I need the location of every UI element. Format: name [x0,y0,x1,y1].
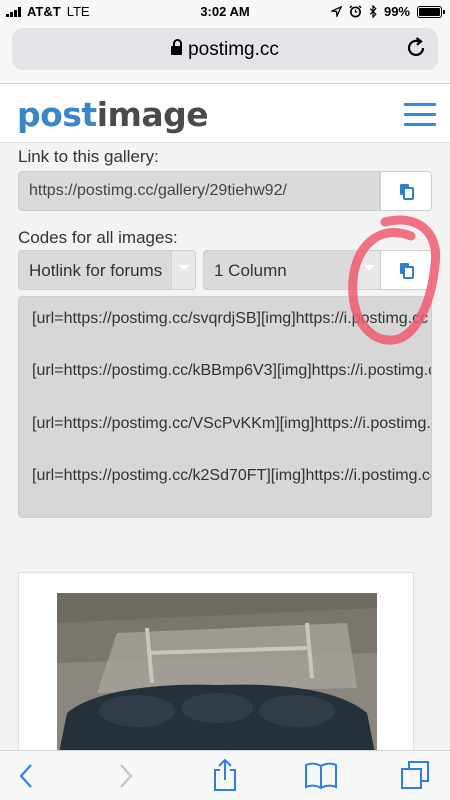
image-card[interactable] [18,572,414,772]
lock-icon [171,39,183,55]
code-line: [url=https://postimg.cc/VScPvKKm][img]ht… [32,415,432,432]
code-line: [url=https://postimg.cc/k2Sd70FT][img]ht… [32,467,432,484]
code-type-select[interactable]: Hotlink for forums [18,250,196,290]
tabs-icon[interactable] [400,760,430,790]
code-line: [url=https://postimg.cc/svqrdjSB][img]ht… [32,310,429,327]
browser-top-bar: postimg.cc [0,22,450,84]
reload-icon[interactable] [404,36,428,60]
alarm-icon [349,5,362,18]
status-right: 99% [330,4,445,19]
menu-icon[interactable] [404,103,436,127]
url-text: postimg.cc [188,39,279,60]
image-list-area [0,535,450,772]
logo-part-post: post [17,95,97,134]
location-icon [330,6,342,17]
bookmarks-icon[interactable] [304,761,338,789]
chevron-down-icon [171,251,195,289]
gallery-link-label: Link to this gallery: [18,147,159,166]
image-thumbnail[interactable] [57,593,377,763]
copy-codes-button[interactable] [380,250,432,290]
bluetooth-icon [369,5,377,18]
battery-icon [417,5,445,18]
back-icon[interactable] [18,763,34,789]
code-type-value: Hotlink for forums [29,261,163,280]
codes-label: Codes for all images: [18,228,178,247]
postimage-logo[interactable]: postimage [17,95,209,134]
forward-icon[interactable] [118,763,134,789]
code-line: [url=https://postimg.cc/kBBmp6V3][img]ht… [32,362,432,379]
chevron-down-icon [356,251,380,289]
address-bar[interactable]: postimg.cc [12,28,438,70]
columns-select[interactable]: 1 Column [203,250,381,290]
browser-toolbar [0,750,450,800]
clipboard-icon [400,263,414,279]
site-header: postimage [0,85,450,143]
status-bar: AT&T LTE 3:02 AM 99% [0,0,450,22]
battery-percent: 99% [383,4,410,19]
copy-gallery-link-button[interactable] [380,171,432,211]
clipboard-icon [400,184,414,200]
url-display[interactable]: postimg.cc [12,39,438,61]
logo-part-image: image [96,95,209,134]
share-icon[interactable] [212,758,238,792]
dashboard-photo [57,593,377,763]
columns-value: 1 Column [214,261,287,280]
gallery-link-field[interactable]: https://postimg.cc/gallery/29tiehw92/ [18,171,380,211]
codes-textarea[interactable]: [url=https://postimg.cc/svqrdjSB][img]ht… [18,296,432,518]
